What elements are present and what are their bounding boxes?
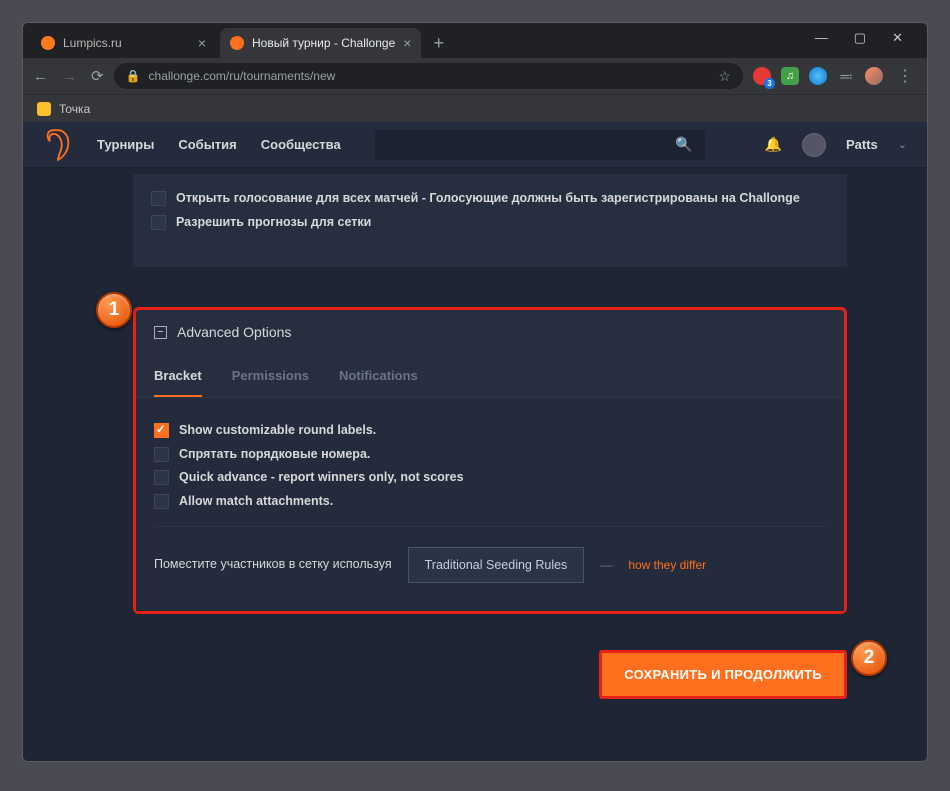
- tab-title: Новый турнир - Challonge: [252, 36, 395, 50]
- tab-bracket[interactable]: Bracket: [154, 360, 202, 397]
- browser-window: Lumpics.ru × Новый турнир - Challonge × …: [22, 22, 928, 762]
- chevron-down-icon[interactable]: ⌄: [898, 138, 907, 151]
- checkbox-label: Спрятать порядковые номера.: [179, 446, 370, 464]
- extension-adblock-icon[interactable]: [753, 67, 771, 85]
- forward-button[interactable]: →: [62, 68, 77, 85]
- main-content: Открыть голосование для всех матчей - Го…: [23, 168, 927, 719]
- checkbox[interactable]: [151, 191, 166, 206]
- option-attachments: Allow match attachments.: [154, 493, 826, 511]
- checkbox-label: Разрешить прогнозы для сетки: [176, 214, 371, 232]
- option-open-voting: Открыть голосование для всех матчей - Го…: [151, 190, 829, 208]
- seeding-help-link[interactable]: how they differ: [628, 558, 706, 572]
- reload-button[interactable]: ⟳: [91, 67, 104, 85]
- browser-menu-button[interactable]: ⋮: [893, 66, 917, 86]
- advanced-tabs: Bracket Permissions Notifications: [136, 354, 844, 397]
- seeding-dash: —: [600, 558, 612, 572]
- window-controls: — ▢ ✕: [799, 24, 919, 58]
- checkbox[interactable]: [151, 215, 166, 230]
- save-continue-button[interactable]: СОХРАНИТЬ И ПРОДОЛЖИТЬ: [599, 650, 847, 699]
- advanced-options-title: Advanced Options: [177, 324, 291, 340]
- close-icon[interactable]: ×: [198, 35, 206, 51]
- page-content: Турниры События Сообщества 🔍 🔔 Patts ⌄ О…: [23, 122, 927, 761]
- submit-row: 2 СОХРАНИТЬ И ПРОДОЛЖИТЬ: [133, 650, 847, 699]
- checkbox[interactable]: [154, 494, 169, 509]
- bookmark-link[interactable]: Точка: [59, 102, 90, 116]
- option-round-labels: Show customizable round labels.: [154, 422, 826, 440]
- seeding-value: Traditional Seeding Rules: [425, 558, 568, 572]
- minimize-button[interactable]: —: [809, 28, 834, 48]
- checkbox-label: Quick advance - report winners only, not…: [179, 469, 464, 487]
- user-avatar[interactable]: [802, 133, 826, 157]
- lock-icon: 🔒: [126, 69, 141, 83]
- site-header: Турниры События Сообщества 🔍 🔔 Patts ⌄: [23, 122, 927, 168]
- search-icon: 🔍: [675, 136, 692, 153]
- checkbox-label: Открыть голосование для всех матчей - Го…: [176, 190, 800, 208]
- header-right: 🔔 Patts ⌄: [765, 133, 907, 157]
- nav-communities[interactable]: Сообщества: [261, 137, 341, 152]
- close-icon[interactable]: ×: [403, 35, 411, 51]
- advanced-options-panel: 1 − Advanced Options Bracket Permissions…: [133, 307, 847, 614]
- site-search-input[interactable]: 🔍: [375, 130, 705, 160]
- challonge-logo[interactable]: [43, 128, 73, 162]
- tab-permissions[interactable]: Permissions: [232, 360, 309, 397]
- extension-globe-icon[interactable]: [809, 67, 827, 85]
- step-badge-1: 1: [96, 292, 132, 328]
- favicon-challonge: [230, 36, 244, 50]
- nav-tournaments[interactable]: Турниры: [97, 137, 154, 152]
- checkbox[interactable]: [154, 447, 169, 462]
- option-allow-predictions: Разрешить прогнозы для сетки: [151, 214, 829, 232]
- checkbox[interactable]: [154, 470, 169, 485]
- bookmark-favicon: [37, 102, 51, 116]
- option-hide-seeds: Спрятать порядковые номера.: [154, 446, 826, 464]
- nav-events[interactable]: События: [178, 137, 236, 152]
- browser-tab-lumpics[interactable]: Lumpics.ru ×: [31, 28, 216, 58]
- bookmarks-bar: Точка: [23, 94, 927, 122]
- checkbox[interactable]: [154, 423, 169, 438]
- star-icon[interactable]: ☆: [718, 68, 731, 85]
- favicon-lumpics: [41, 36, 55, 50]
- back-button[interactable]: ←: [33, 68, 48, 85]
- url-field[interactable]: 🔒 challonge.com/ru/tournaments/new ☆: [114, 63, 743, 89]
- tab-title: Lumpics.ru: [63, 36, 122, 50]
- extension-icons: ♫ ≕ ⋮: [753, 66, 917, 86]
- url-text: challonge.com/ru/tournaments/new: [149, 69, 336, 83]
- collapse-icon[interactable]: −: [154, 326, 167, 339]
- nav-buttons: ← → ⟳: [33, 67, 104, 85]
- extension-music-icon[interactable]: ♫: [781, 67, 799, 85]
- address-bar: ← → ⟳ 🔒 challonge.com/ru/tournaments/new…: [23, 58, 927, 94]
- bell-icon[interactable]: 🔔: [765, 136, 782, 153]
- advanced-options-header[interactable]: − Advanced Options: [136, 310, 844, 354]
- profile-avatar-icon[interactable]: [865, 67, 883, 85]
- browser-titlebar: Lumpics.ru × Новый турнир - Challonge × …: [23, 23, 927, 58]
- close-window-button[interactable]: ✕: [886, 28, 909, 48]
- extension-reader-icon[interactable]: ≕: [837, 68, 855, 85]
- username[interactable]: Patts: [846, 137, 878, 152]
- checkbox-label: Allow match attachments.: [179, 493, 333, 511]
- tab-notifications[interactable]: Notifications: [339, 360, 418, 397]
- browser-tab-challonge[interactable]: Новый турнир - Challonge ×: [220, 28, 421, 58]
- option-quick-advance: Quick advance - report winners only, not…: [154, 469, 826, 487]
- advanced-body: Show customizable round labels. Спрятать…: [136, 397, 844, 611]
- voting-options-section: Открыть голосование для всех матчей - Го…: [133, 174, 847, 267]
- maximize-button[interactable]: ▢: [848, 28, 872, 48]
- seeding-label: Поместите участников в сетку используя: [154, 556, 392, 574]
- seeding-row: Поместите участников в сетку используя T…: [154, 526, 826, 593]
- step-badge-2: 2: [851, 640, 887, 676]
- new-tab-button[interactable]: +: [425, 29, 452, 58]
- seeding-select[interactable]: Traditional Seeding Rules: [408, 547, 585, 583]
- checkbox-label: Show customizable round labels.: [179, 422, 376, 440]
